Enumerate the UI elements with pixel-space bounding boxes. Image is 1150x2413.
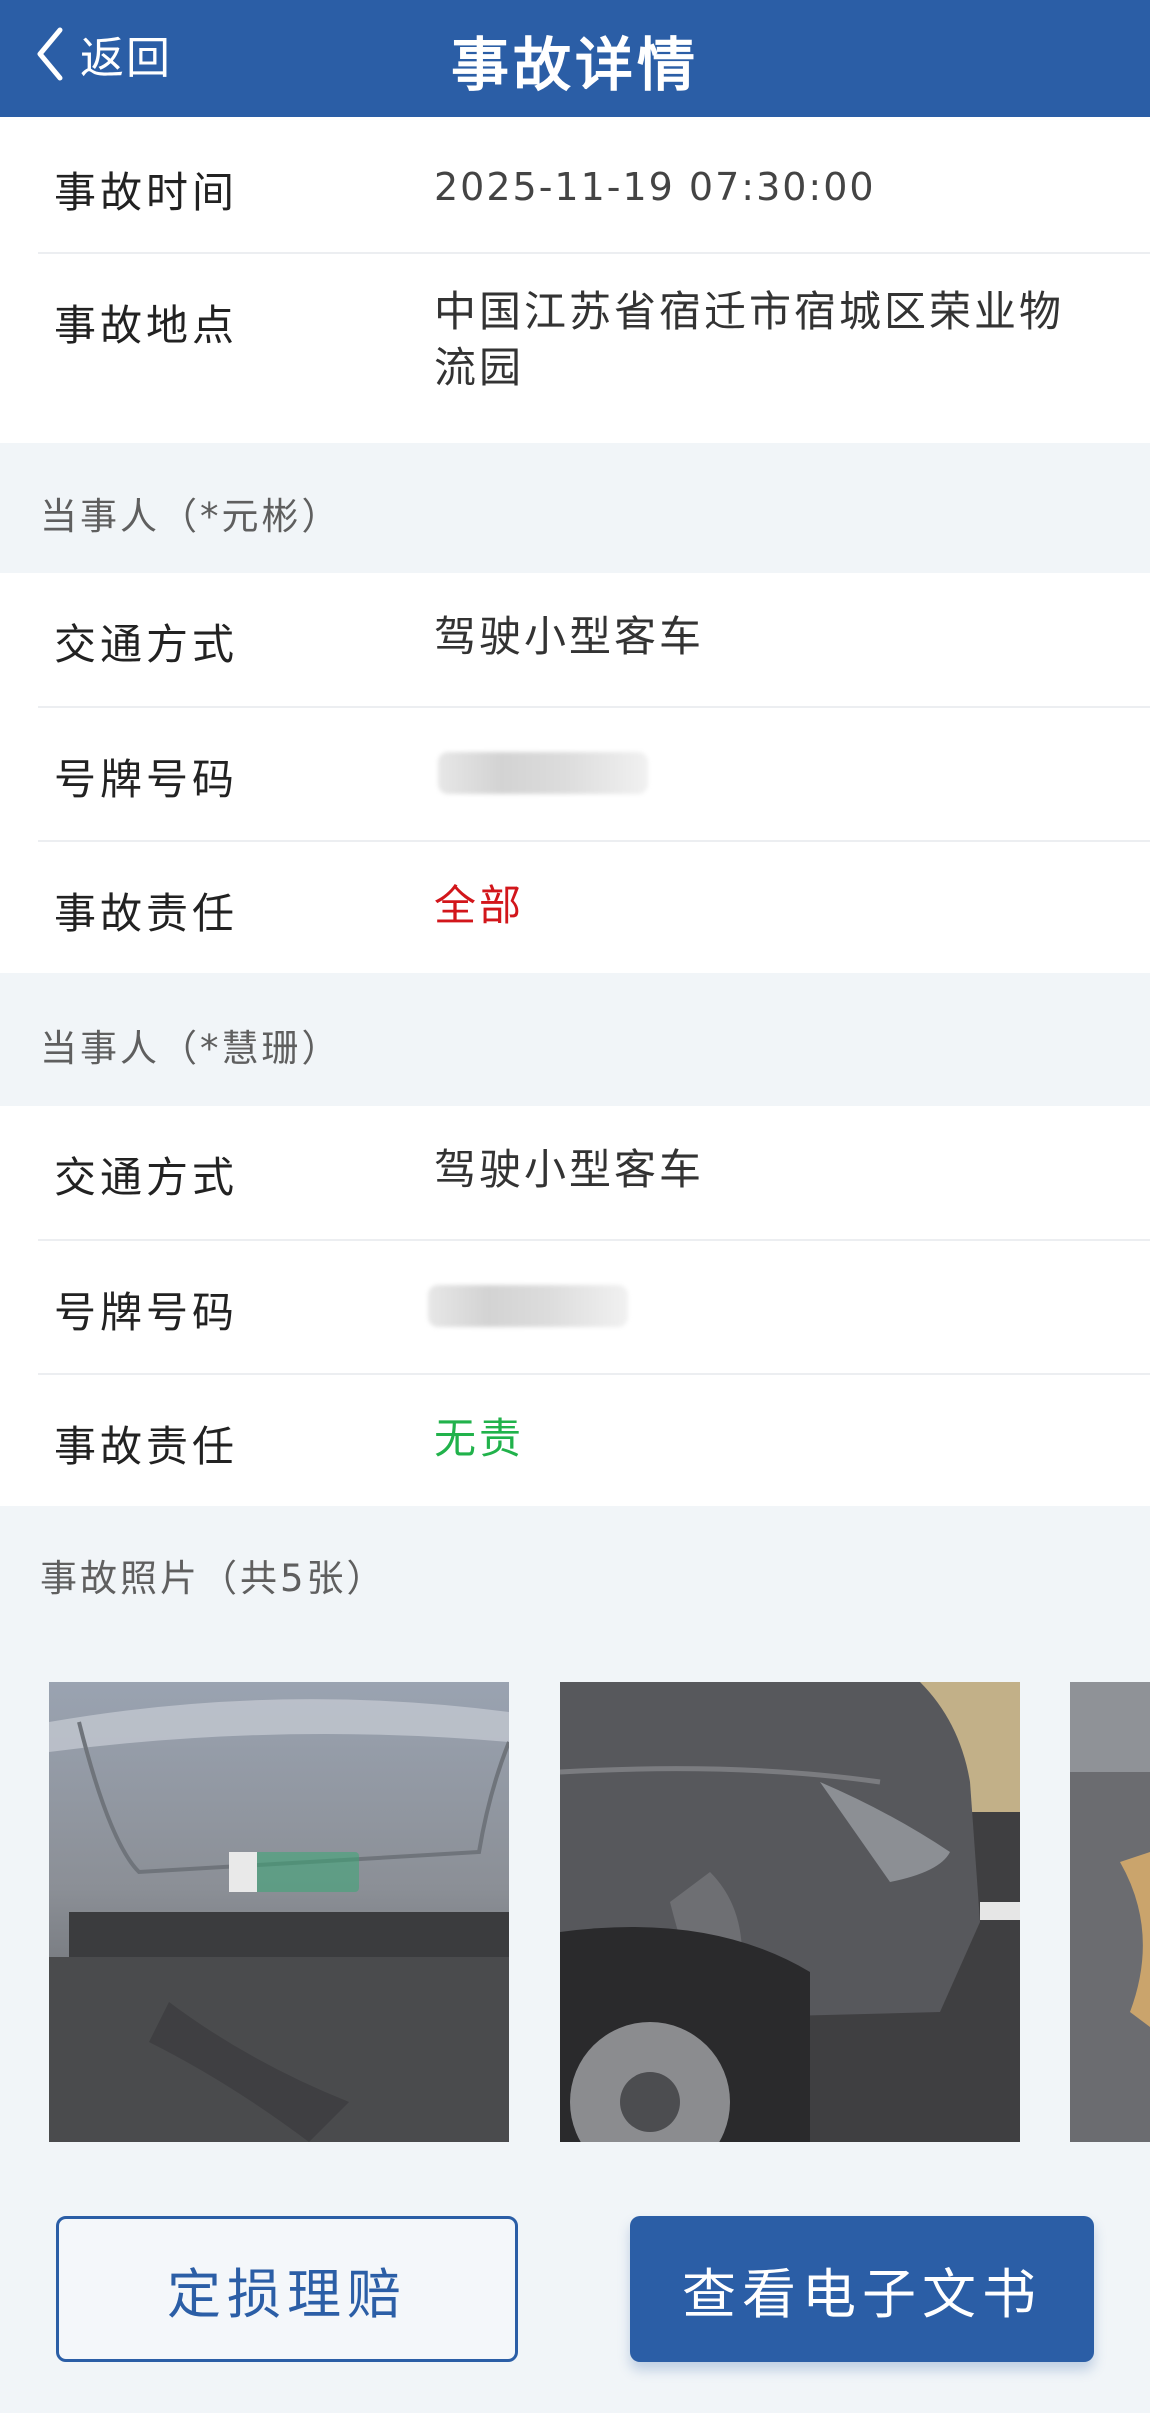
plate-label: 号牌号码 [54,755,239,804]
blurred-plate-number [438,752,648,794]
photo-strip[interactable] [0,1682,1150,2142]
accident-time-label: 事故时间 [54,168,239,217]
assess-claim-button[interactable]: 定损理赔 [56,2216,518,2362]
responsibility-label: 事故责任 [54,889,239,938]
party-2-responsibility-row: 事故责任 无责 [38,1375,1150,1506]
party-1-plate-row: 号牌号码 [38,708,1150,842]
responsibility-label: 事故责任 [54,1422,239,1471]
accident-info-block: 事故时间 2025-11-19 07:30:00 事故地点 中国江苏省宿迁市宿城… [0,117,1150,443]
photos-header: 事故照片（共5张） [40,1557,387,1600]
party-2-transport-row: 交通方式 驾驶小型客车 [38,1106,1150,1241]
accident-time-row: 事故时间 2025-11-19 07:30:00 [38,117,1150,254]
party-1-transport-row: 交通方式 驾驶小型客车 [38,573,1150,708]
party-2-plate-row: 号牌号码 [38,1241,1150,1375]
accident-time-value: 2025-11-19 07:30:00 [434,165,876,209]
party-1-block: 交通方式 驾驶小型客车 号牌号码 事故责任 全部 [0,573,1150,973]
accident-photo-2[interactable] [560,1682,1020,2142]
party-2-header: 当事人（*慧珊） [40,1027,342,1070]
party-1-header: 当事人（*元彬） [40,495,342,538]
responsibility-value: 无责 [434,1414,525,1463]
view-e-document-button[interactable]: 查看电子文书 [630,2216,1094,2362]
party-2-block: 交通方式 驾驶小型客车 号牌号码 事故责任 无责 [0,1106,1150,1506]
accident-photo-1[interactable] [49,1682,509,2142]
plate-label: 号牌号码 [54,1288,239,1337]
top-bar: 返回 事故详情 [0,0,1150,117]
party-1-responsibility-row: 事故责任 全部 [38,842,1150,973]
accident-place-value: 中国江苏省宿迁市宿城区荣业物流园 [434,287,1065,392]
transport-label: 交通方式 [54,620,239,669]
transport-label: 交通方式 [54,1153,239,1202]
accident-place-row: 事故地点 中国江苏省宿迁市宿城区荣业物流园 [38,254,1150,443]
responsibility-value: 全部 [434,881,525,930]
blurred-plate-number [428,1285,628,1327]
page-title: 事故详情 [450,31,699,99]
transport-value: 驾驶小型客车 [434,1145,705,1194]
transport-value: 驾驶小型客车 [434,612,705,661]
accident-place-label: 事故地点 [54,301,239,350]
accident-photo-3[interactable] [1070,1682,1150,2142]
